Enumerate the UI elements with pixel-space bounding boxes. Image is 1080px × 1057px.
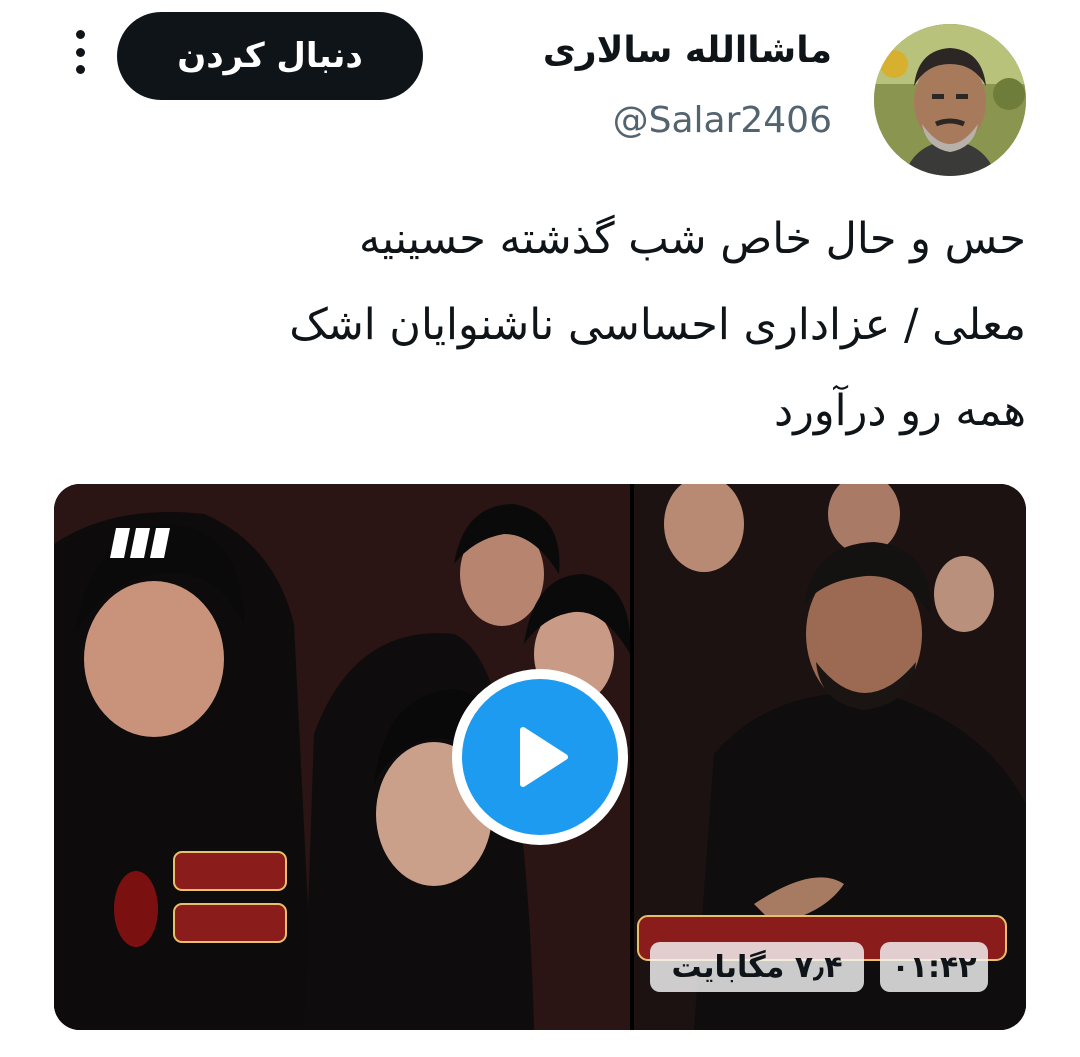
- play-circle: [462, 679, 618, 835]
- more-dot: [75, 65, 85, 74]
- play-button[interactable]: [452, 669, 628, 845]
- follow-button[interactable]: دنبال کردن: [117, 12, 423, 100]
- tweet-text-line: حس و حال خاص شب گذشته حسینیه: [358, 214, 1026, 264]
- author-name[interactable]: ماشاالله سالاری: [543, 30, 832, 71]
- tweet-text: حس و حال خاص شب گذشته حسینیه معلی / عزاد…: [60, 196, 1026, 454]
- avatar-image: [874, 24, 1026, 176]
- more-dot: [75, 30, 85, 39]
- tweet-card: ماشاالله سالاری @Salar2406 دنبال کردن حس…: [0, 0, 1080, 1057]
- more-dot: [75, 47, 85, 57]
- more-vertical-icon[interactable]: [64, 30, 96, 74]
- file-size-badge: ۷٫۴ مگابایت: [650, 942, 864, 992]
- avatar[interactable]: [874, 24, 1026, 176]
- tweet-text-line: معلی / عزاداری احساسی ناشنوایان اشک: [289, 300, 1026, 350]
- tweet-text-line: همه رو درآورد: [774, 386, 1026, 436]
- author-handle[interactable]: @Salar2406: [613, 100, 832, 141]
- play-icon: [520, 727, 568, 787]
- duration-badge: ۰۱:۴۲: [880, 942, 988, 992]
